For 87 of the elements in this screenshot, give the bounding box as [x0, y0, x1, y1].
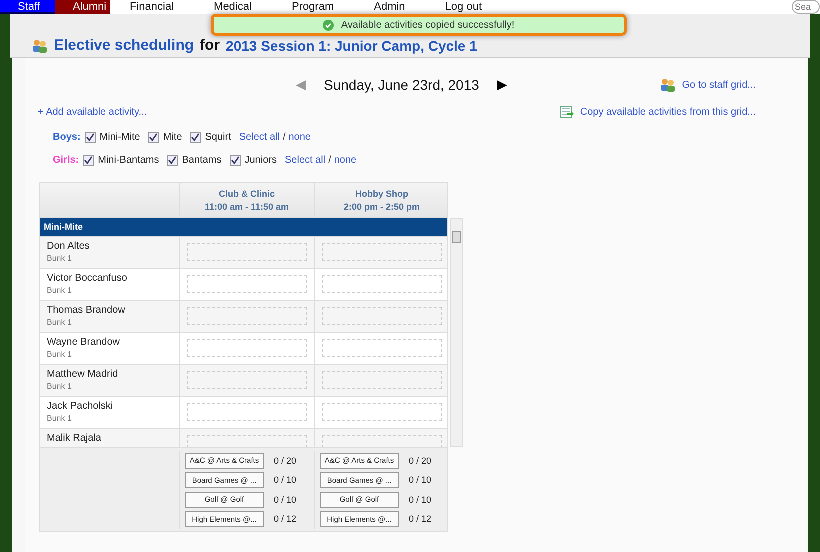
camper-name: Victor Boccanfuso: [47, 273, 128, 284]
nav-tab[interactable]: Alumni: [55, 0, 110, 14]
checkbox-label: Mite: [163, 132, 182, 143]
activity-count: 0 / 10: [409, 494, 432, 505]
nav-tab[interactable]: Staff: [0, 0, 55, 14]
filter-label: Girls:: [53, 155, 80, 166]
camper-name: Thomas Brandow: [47, 305, 126, 316]
bunk-label: Bunk 1: [47, 350, 73, 359]
bunk-label: Bunk 1: [47, 318, 73, 327]
page-title: Elective scheduling: [54, 37, 194, 54]
checkmark-icon: [168, 156, 178, 165]
checkbox-label: Juniors: [244, 155, 277, 166]
nav-tab[interactable]: Log out: [425, 0, 502, 14]
nav-tab[interactable]: Medical: [194, 0, 272, 14]
drop-slot[interactable]: [187, 371, 307, 389]
activity-count: 0 / 20: [409, 456, 432, 466]
column-time: 11:00 am - 11:50 am: [204, 202, 290, 212]
people-icon: [32, 38, 48, 54]
checkbox[interactable]: [190, 132, 202, 143]
select-none-link[interactable]: none: [288, 132, 311, 143]
scrollbar-thumb[interactable]: [452, 231, 461, 243]
separator: /: [282, 132, 286, 143]
select-all-link[interactable]: Select all: [239, 132, 280, 143]
session-link[interactable]: 2013 Session 1: Junior Camp, Cycle 1: [226, 38, 478, 54]
checkbox-label: Mini-Bantams: [98, 155, 160, 166]
drop-slot[interactable]: [187, 243, 307, 261]
bunk-label: Bunk 1: [47, 414, 73, 423]
next-day-button[interactable]: ▶: [497, 78, 508, 92]
nav-tab[interactable]: Admin: [354, 0, 426, 14]
camper-name: Malik Rajala: [47, 433, 102, 444]
column-time: 2:00 pm - 2:50 pm: [344, 202, 420, 212]
bunk-label: Bunk 1: [47, 254, 73, 263]
activity-count: 0 / 10: [274, 494, 297, 505]
drop-slot[interactable]: [322, 339, 442, 357]
checkbox[interactable]: [230, 155, 241, 166]
people-icon: [660, 77, 676, 93]
drop-slot[interactable]: [322, 275, 442, 293]
bunk-label: Bunk 1: [47, 382, 73, 391]
camper-name: Matthew Madrid: [47, 369, 120, 380]
camper-name: Jack Pacholski: [47, 401, 114, 412]
column-name: Club & Clinic: [219, 188, 275, 198]
checkbox-label: Bantams: [182, 155, 222, 166]
camper-name: Wayne Brandow: [47, 337, 121, 348]
nav-tab[interactable]: Financial: [110, 0, 194, 14]
checkbox[interactable]: [84, 132, 96, 143]
select-all-link[interactable]: Select all: [284, 155, 326, 166]
checkmark-icon: [230, 156, 240, 165]
bunk-label: Bunk 1: [47, 286, 73, 295]
checkbox-label: Squirt: [205, 132, 232, 143]
add-activity-link[interactable]: + Add available activity...: [38, 106, 148, 118]
drop-slot[interactable]: [187, 307, 307, 325]
scrollbar[interactable]: [450, 218, 463, 447]
toast-message: Available activities copied successfully!: [341, 20, 515, 30]
activity-count: 0 / 12: [409, 514, 432, 524]
copy-grid-icon: [560, 105, 574, 119]
checkmark-icon: [86, 133, 95, 142]
search-field[interactable]: Sea: [792, 0, 820, 14]
drop-slot[interactable]: [187, 403, 307, 421]
checkbox-label: Mini-Mite: [100, 132, 140, 143]
activity-count: 0 / 12: [274, 514, 297, 524]
copy-activities-link[interactable]: Copy available activities from this grid...: [580, 106, 756, 118]
drop-slot[interactable]: [322, 243, 442, 261]
nav-tab[interactable]: Program: [272, 0, 354, 14]
checkmark-icon: [191, 133, 200, 142]
drop-slot[interactable]: [322, 403, 442, 421]
activity-count: 0 / 20: [274, 456, 297, 466]
drop-slot[interactable]: [322, 371, 442, 389]
filter-label: Boys:: [53, 132, 81, 143]
camper-name: Don Altes: [47, 241, 91, 252]
title-joiner: for: [200, 37, 220, 54]
staff-grid-link[interactable]: Go to staff grid...: [682, 80, 756, 90]
checkbox[interactable]: [167, 155, 178, 166]
column-name: Hobby Shop: [356, 188, 408, 198]
select-none-link[interactable]: none: [334, 155, 357, 166]
checkmark-icon: [84, 156, 94, 165]
drop-slot[interactable]: [187, 275, 307, 293]
separator: /: [328, 155, 332, 166]
drop-slot[interactable]: [322, 307, 442, 325]
check-circle-icon: [323, 20, 334, 30]
checkbox[interactable]: [148, 132, 160, 143]
checkbox[interactable]: [83, 155, 94, 166]
activity-count: 0 / 10: [274, 475, 297, 486]
activity-count: 0 / 10: [409, 475, 432, 486]
drop-slot[interactable]: [187, 339, 307, 357]
group-header: Mini-Mite: [40, 218, 447, 236]
checkmark-icon: [149, 133, 158, 142]
date-label: Sunday, June 23rd, 2013: [324, 77, 480, 93]
